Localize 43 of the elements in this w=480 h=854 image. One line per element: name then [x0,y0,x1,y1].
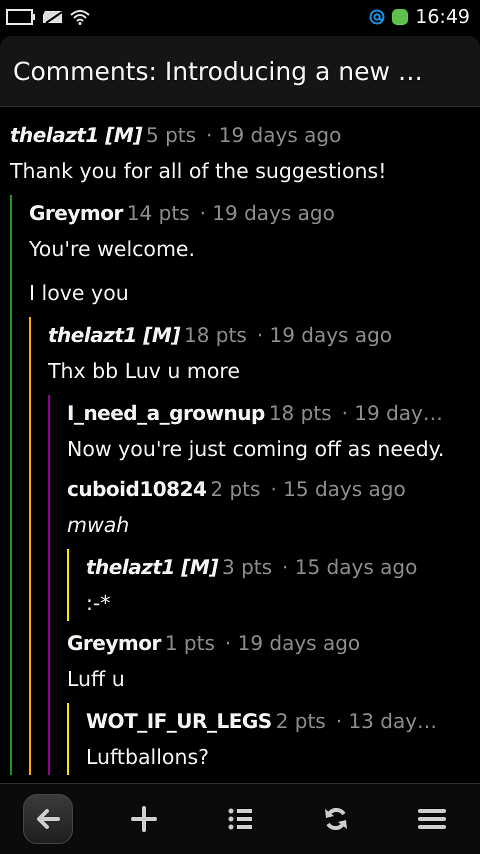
refresh-icon [322,805,350,833]
wifi-icon [70,9,90,25]
comment-text: Thank you for all of the suggestions! [10,158,388,185]
comment-points: 18 pts [268,400,332,427]
comment-text: mwah [67,512,130,539]
comment-author: thelazt1 [M] [48,322,180,349]
comment-points: 18 pts [184,322,247,349]
battery-icon [6,9,36,25]
comment-points: 2 pts [210,476,260,503]
comment-points: 2 pts [276,708,326,735]
comment-text: Thx bb Luv u more [48,358,242,385]
comment-text: Luff u [67,666,126,693]
comment-time: · 15 days ago [282,554,418,581]
comment-time: · 19 days ago [224,630,360,657]
comment-time: · 19 days ago [200,200,335,227]
comment-points: 3 pts [222,554,272,581]
no-sim-icon [42,9,64,25]
comment-author: I_need_a_grownup [67,400,265,427]
comment-author: Greymor [29,200,123,227]
comment-time: · 13 day… [336,708,438,735]
at-sign-icon [369,8,386,26]
comment-text: Luftballons? [86,744,210,771]
comment-points: 1 pts [164,630,215,657]
comment-author: thelazt1 [M] [10,122,142,149]
comment-author: WOT_IF_UR_LEGS [86,708,272,735]
comment-author: cuboid10824 [67,476,206,503]
comment-time: · 19 days ago [256,322,392,349]
page-title: Comments: Introducing a new … [13,56,423,86]
comment-text: I love you [29,280,130,307]
comment-time: · 15 days ago [270,476,406,503]
comment-time: · 19 day… [342,400,443,427]
comment-text: :-* [86,590,112,617]
comment-author: Greymor [67,630,161,657]
comment-points: 14 pts [126,200,190,227]
comment-time: · 19 days ago [206,122,342,149]
comment-text: You're welcome. [29,236,196,263]
presence-icon [391,8,410,26]
add-icon [130,805,158,833]
comment-text: Now you're just coming off as needy. [67,436,446,463]
comment-points: 5 pts [146,122,196,149]
back-button[interactable] [23,794,73,844]
comment-author: thelazt1 [M] [86,554,218,581]
clock-time: 16:49 [415,6,470,28]
